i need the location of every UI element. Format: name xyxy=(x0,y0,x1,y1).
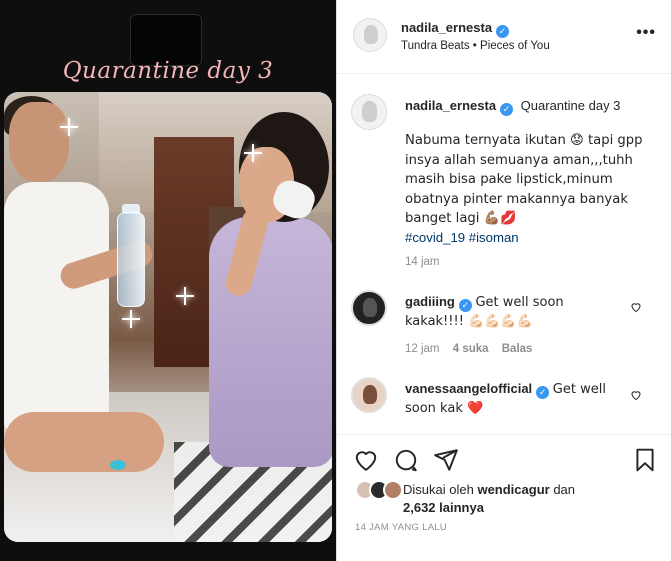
verified-badge-icon: ✓ xyxy=(536,386,550,399)
water-bottle xyxy=(117,212,145,307)
caption-username[interactable]: nadila_ernesta xyxy=(405,98,496,113)
caption-time[interactable]: 14 jam xyxy=(405,256,440,268)
post-media[interactable]: Quarantine day 3 xyxy=(0,0,336,561)
comment-time[interactable]: 12 jam xyxy=(405,343,440,355)
blue-pill xyxy=(110,460,126,470)
post-timestamp[interactable]: 14 JAM YANG LALU xyxy=(355,522,447,533)
heart-icon[interactable] xyxy=(353,447,379,473)
likes-count[interactable]: 2,632 lainnya xyxy=(403,500,484,515)
comment-meta: 12 jam 4 suka Balas xyxy=(405,343,542,355)
caption-header: nadila_ernesta ✓ Quarantine day 3 xyxy=(405,98,620,116)
likes-middle: dan xyxy=(553,482,576,497)
comment-icon[interactable] xyxy=(393,447,419,473)
likes-text: Disukai oleh wendicagur dan 2,632 lainny… xyxy=(403,481,643,517)
caption-hashtags[interactable]: #covid_19 #isoman xyxy=(405,230,519,245)
bookmark-icon[interactable] xyxy=(632,447,658,473)
comment-avatar[interactable] xyxy=(351,290,387,326)
comment: gadiiing ✓ Get well soon kakak!!!! 💪🏻💪🏻💪🏻… xyxy=(405,293,625,331)
liker-avatar[interactable] xyxy=(383,480,403,500)
sparkle-icon xyxy=(60,118,78,136)
verified-badge-icon: ✓ xyxy=(496,25,510,38)
likes-prefix: Disukai oleh xyxy=(403,482,474,497)
author-username-row: nadila_ernesta ✓ xyxy=(401,20,510,38)
caption-avatar[interactable] xyxy=(351,94,387,130)
comment-like-icon[interactable] xyxy=(630,301,642,313)
more-options-icon[interactable]: ••• xyxy=(636,24,656,42)
sparkle-icon xyxy=(176,287,194,305)
media-overlay-text: Quarantine day 3 xyxy=(62,58,274,84)
author-avatar[interactable] xyxy=(353,18,387,52)
caption-title: Quarantine day 3 xyxy=(520,98,621,113)
video-frame xyxy=(4,92,332,542)
comment-like-icon[interactable] xyxy=(630,389,642,401)
comment-username[interactable]: vanessaangelofficial xyxy=(405,381,532,396)
liker-username[interactable]: wendicagur xyxy=(477,482,549,497)
sparkle-icon xyxy=(122,310,140,328)
verified-badge-icon: ✓ xyxy=(500,103,514,116)
music-info[interactable]: Tundra Beats • Pieces of You xyxy=(401,40,550,52)
caption-text: Nabuma ternyata ikutan 😟 tapi gpp insya … xyxy=(405,133,643,226)
reply-button[interactable]: Balas xyxy=(502,343,533,355)
comment-likes[interactable]: 4 suka xyxy=(453,343,489,355)
post-header: nadila_ernesta ✓ Tundra Beats • Pieces of… xyxy=(337,0,671,74)
share-icon[interactable] xyxy=(433,447,459,473)
comment-username[interactable]: gadiiing xyxy=(405,294,455,309)
author-username[interactable]: nadila_ernesta xyxy=(401,20,492,35)
sparkle-icon xyxy=(244,144,262,162)
post-sidebar: nadila_ernesta ✓ Tundra Beats • Pieces of… xyxy=(336,0,671,561)
child-figure xyxy=(179,112,332,522)
comment: vanessaangelofficial ✓ Get well soon kak … xyxy=(405,380,615,418)
action-bar xyxy=(337,434,671,484)
verified-badge-icon: ✓ xyxy=(458,299,472,312)
caption-body: Nabuma ternyata ikutan 😟 tapi gpp insya … xyxy=(405,131,655,247)
comment-avatar[interactable] xyxy=(351,377,387,413)
